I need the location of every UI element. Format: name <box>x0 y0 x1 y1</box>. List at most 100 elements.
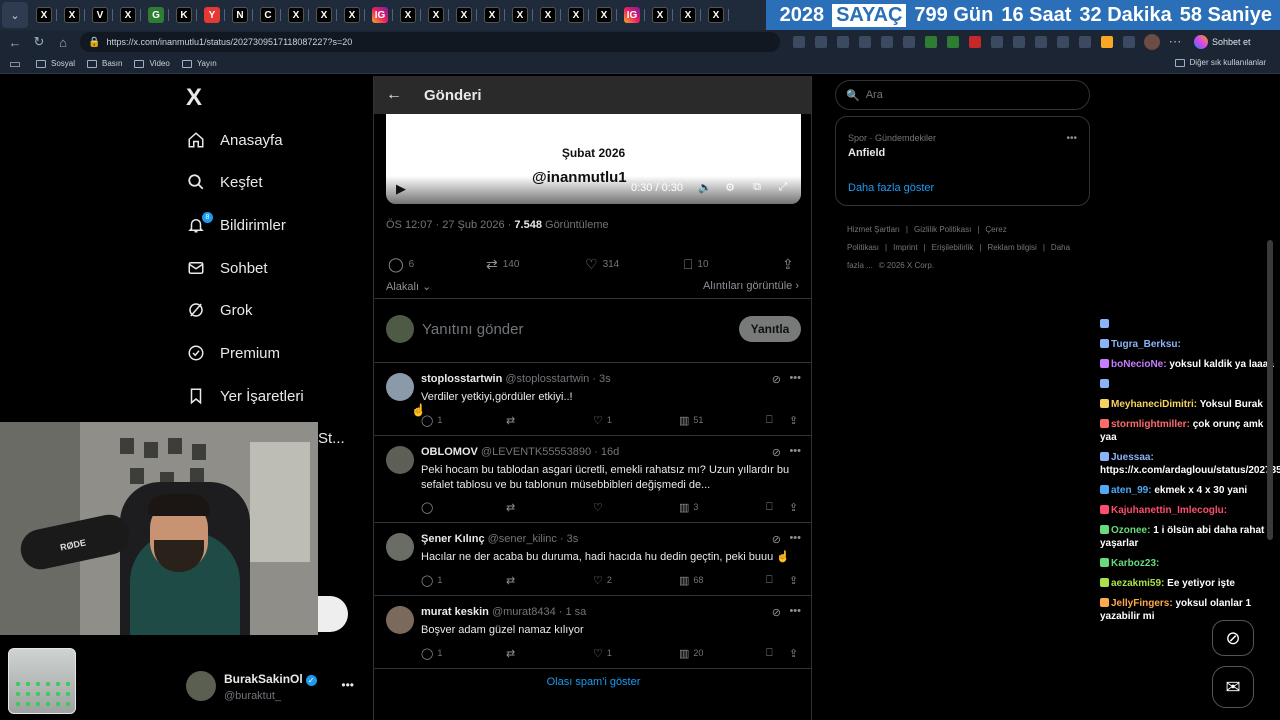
grok-float-icon[interactable]: ⊘ <box>1212 620 1254 656</box>
bookmark-action[interactable]: ⎕ <box>766 647 777 660</box>
nav-bookmarks[interactable]: Yer İşaretleri <box>186 382 304 410</box>
chat-username[interactable]: Kajuhanettin_Imlecoglu: <box>1111 505 1227 516</box>
chat-username[interactable]: Juessaa: <box>1111 452 1154 463</box>
favorites-icon[interactable] <box>1057 36 1069 48</box>
share-action[interactable]: ⇪ <box>789 647 802 660</box>
refresh-icon[interactable]: ↻ <box>30 33 48 51</box>
browser-essentials-icon[interactable] <box>1123 36 1135 48</box>
nav-explore[interactable]: Keşfet <box>186 168 263 196</box>
copilot-button[interactable]: Sohbet et <box>1194 35 1251 49</box>
nav-premium[interactable]: Premium <box>186 339 280 367</box>
grok-icon[interactable]: ⊘ <box>772 446 781 459</box>
zoom-icon[interactable] <box>815 36 827 48</box>
page-scrollbar[interactable] <box>1267 240 1273 540</box>
other-favorites[interactable]: Diğer sık kullanılanlar <box>1174 58 1266 67</box>
heart-action[interactable]: ♡ 1 <box>593 414 612 427</box>
footer-link[interactable]: © 2026 X Corp. <box>879 261 934 270</box>
messages-float-icon[interactable]: ✉ <box>1212 666 1254 708</box>
browser-tab[interactable]: V <box>92 7 108 23</box>
nav-chat[interactable]: Sohbet <box>186 254 268 282</box>
repost-action[interactable]: ⇄ <box>506 501 519 514</box>
footer-link[interactable]: Gizlilik Politikası <box>914 225 971 234</box>
reply-item[interactable]: Şener Kılınç @sener_kilinc · 3s ⊘ ••• Hacıl… <box>374 523 811 596</box>
repost-action[interactable]: ⇄ <box>506 414 519 427</box>
chat-username[interactable]: aezakmi59: <box>1111 578 1164 589</box>
nav-grok[interactable]: Grok <box>186 296 253 324</box>
bookmark-action[interactable]: ⎕ 10 <box>684 256 709 273</box>
reply-action[interactable]: ◯ 6 <box>388 256 414 273</box>
heart-action[interactable]: ♡ 1 <box>593 647 612 660</box>
sort-dropdown[interactable]: Alakalı ⌄ <box>386 280 431 293</box>
extension-icon[interactable] <box>881 36 893 48</box>
bookmark-folder[interactable]: Sosyal <box>36 59 75 68</box>
nav-notifications[interactable]: 8 Bildirimler <box>186 211 286 239</box>
bookmarks-menu-icon[interactable]: ▭ <box>6 55 24 73</box>
bookmark-folder[interactable]: Basın <box>87 59 122 68</box>
footer-link[interactable]: Reklam bilgisi <box>987 243 1036 252</box>
browser-tab[interactable]: N <box>232 7 248 23</box>
more-icon[interactable]: ••• <box>1066 133 1077 144</box>
share-action[interactable]: ⇪ <box>789 414 802 427</box>
more-icon[interactable]: ⋯ <box>1166 33 1184 51</box>
chat-username[interactable]: stormlightmiller: <box>1111 419 1190 430</box>
x-logo-icon[interactable]: X <box>186 84 202 112</box>
views-action[interactable]: ▥ 68 <box>679 574 703 587</box>
chat-username[interactable]: Karboz23: <box>1111 558 1159 569</box>
extension-icon[interactable] <box>969 36 981 48</box>
more-icon[interactable]: ••• <box>789 532 801 544</box>
more-icon[interactable]: ••• <box>789 372 801 384</box>
pip-icon[interactable]: ⧉ <box>750 181 764 195</box>
favorite-star-icon[interactable] <box>859 36 871 48</box>
share-action[interactable]: ⇪ <box>782 256 799 273</box>
grok-icon[interactable]: ⊘ <box>772 533 781 546</box>
browser-tab[interactable]: G <box>148 7 164 23</box>
grok-icon[interactable]: ⊘ <box>772 373 781 386</box>
avatar[interactable] <box>386 606 414 634</box>
browser-tab[interactable]: X <box>652 7 668 23</box>
heart-action[interactable]: ♡ <box>593 501 607 514</box>
browser-tab[interactable]: X <box>400 7 416 23</box>
avatar[interactable] <box>386 373 414 401</box>
browser-tab[interactable]: IG <box>372 7 388 23</box>
view-quotes-link[interactable]: Alıntıları görüntüle › <box>703 280 799 292</box>
reply-action[interactable]: ◯ 1 <box>421 647 442 660</box>
settings-icon[interactable]: ⚙ <box>723 181 737 195</box>
bookmark-action[interactable]: ⎕ <box>766 414 777 427</box>
home-icon[interactable]: ⌂ <box>54 33 72 51</box>
chat-username[interactable]: MeyhaneciDimitri: <box>1111 399 1197 410</box>
reply-author-name[interactable]: Şener Kılınç <box>421 533 485 545</box>
chat-username[interactable]: Tugra_Berksu: <box>1111 339 1181 350</box>
browser-tab[interactable]: X <box>680 7 696 23</box>
reply-action[interactable]: ◯ <box>421 501 437 514</box>
puzzle-icon[interactable] <box>1013 36 1025 48</box>
post-timestamp[interactable]: ÖS 12:07 · 27 Şub 2026 · <box>386 219 514 231</box>
play-icon[interactable]: ▶ <box>396 181 406 197</box>
tab-actions-menu[interactable]: ⌄ <box>2 2 28 28</box>
browser-tab[interactable]: X <box>456 7 472 23</box>
share-action[interactable]: ⇪ <box>789 574 802 587</box>
reply-author-name[interactable]: OBLOMOV <box>421 446 478 458</box>
footer-link[interactable]: Hizmet Şartları <box>847 225 900 234</box>
show-spam-link[interactable]: Olası spam'i göster <box>374 676 811 688</box>
account-switcher[interactable]: BurakSakinOl ✓ @buraktut_ ••• <box>186 666 368 706</box>
bookmark-action[interactable]: ⎕ <box>766 574 777 587</box>
grok-icon[interactable]: ⊘ <box>772 606 781 619</box>
bookmark-action[interactable]: ⎕ <box>766 501 777 514</box>
reply-item[interactable]: murat keskin @murat8434 · 1 sa ⊘ ••• Boşver… <box>374 596 811 669</box>
browser-tab[interactable]: X <box>428 7 444 23</box>
browser-tab[interactable]: X <box>708 7 724 23</box>
video-player[interactable]: Şubat 2026 @inanmutlu1 ▶ 0:30 / 0:30 🔈 ⚙… <box>386 114 801 204</box>
extension-icon[interactable] <box>1101 36 1113 48</box>
browser-tab[interactable]: X <box>512 7 528 23</box>
views-action[interactable]: ▥ 3 <box>679 501 698 514</box>
browser-tab[interactable]: K <box>176 7 192 23</box>
show-more-link[interactable]: Daha fazla göster <box>848 182 934 194</box>
chat-username[interactable]: boNecioNe: <box>1111 359 1167 370</box>
browser-tab[interactable]: X <box>344 7 360 23</box>
profile-avatar[interactable] <box>1144 34 1160 50</box>
browser-tab[interactable]: C <box>260 7 276 23</box>
heart-action[interactable]: ♡ 2 <box>593 574 612 587</box>
chat-username[interactable]: Ozonee: <box>1111 525 1150 536</box>
search-input[interactable]: 🔍 Ara <box>835 80 1090 110</box>
browser-tab[interactable]: X <box>64 7 80 23</box>
